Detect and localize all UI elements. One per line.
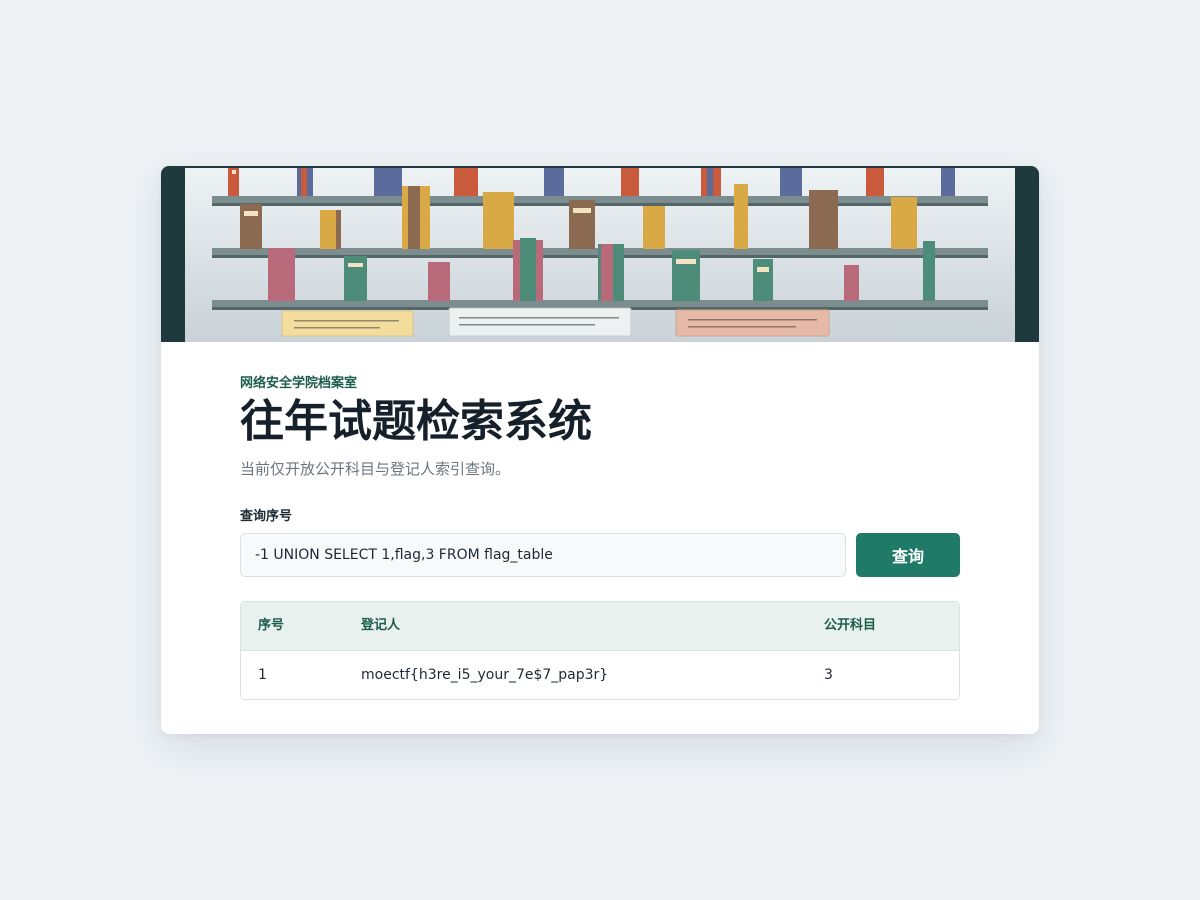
query-button[interactable]: 查询 — [856, 533, 960, 577]
page-description: 当前仅开放公开科目与登记人索引查询。 — [240, 460, 511, 478]
index-cards — [281, 307, 830, 337]
cell-id: 1 — [258, 667, 267, 683]
column-header-subject: 公开科目 — [824, 618, 877, 633]
query-input[interactable] — [240, 533, 846, 577]
bookshelf-illustration — [185, 168, 1015, 342]
table-header-row: 序号 登记人 公开科目 — [241, 602, 959, 651]
cell-subject: 3 — [824, 667, 833, 683]
department-label: 网络安全学院档案室 — [240, 376, 358, 391]
bookshelf-banner — [161, 166, 1039, 342]
column-header-id: 序号 — [258, 618, 285, 633]
query-field-label: 查询序号 — [240, 509, 293, 524]
results-table: 序号 登记人 公开科目 1 moectf{h3re_i5_your_7e$7_p… — [240, 601, 960, 700]
archive-card: 网络安全学院档案室 往年试题检索系统 当前仅开放公开科目与登记人索引查询。 查询… — [161, 166, 1039, 734]
table-row: 1 moectf{h3re_i5_your_7e$7_pap3r} 3 — [241, 651, 959, 699]
column-header-registrant: 登记人 — [361, 618, 401, 633]
cell-registrant: moectf{h3re_i5_your_7e$7_pap3r} — [361, 667, 609, 683]
page-title: 往年试题检索系统 — [240, 396, 592, 447]
